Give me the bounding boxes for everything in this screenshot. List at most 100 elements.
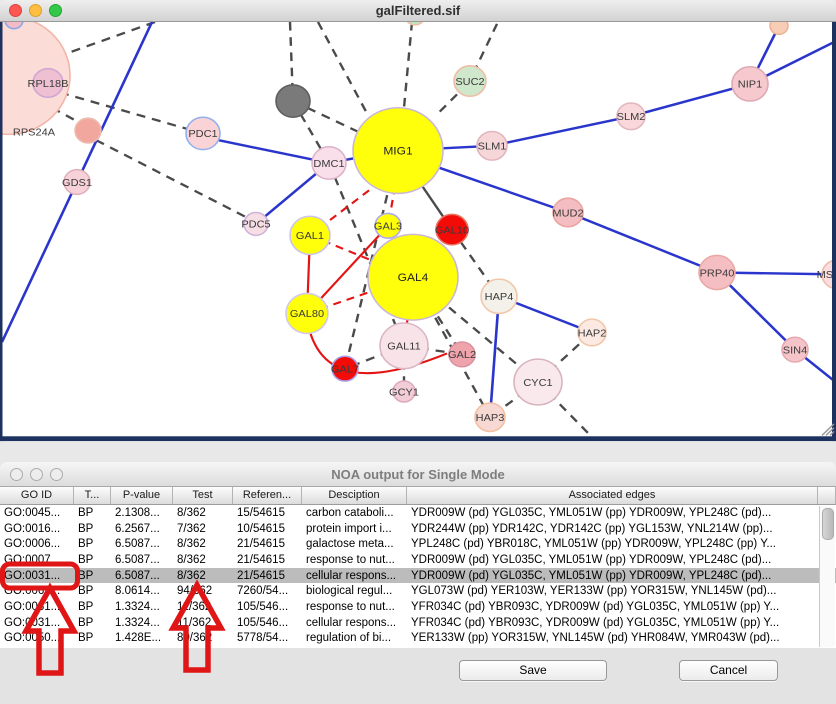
table-row[interactable]: GO:0031...BP6.5087...8/36221/54615cellul…: [0, 568, 836, 584]
table-cell: BP: [74, 538, 111, 550]
table-row[interactable]: GO:0016...BP6.2567...7/36210/54615protei…: [0, 521, 836, 537]
table-cell: 6.5087...: [111, 554, 173, 566]
column-header[interactable]: Associated edges: [407, 487, 818, 504]
table-row[interactable]: GO:0065...BP8.0614...94/3627260/54...bio…: [0, 583, 836, 599]
cancel-button[interactable]: Cancel: [679, 660, 778, 681]
table-cell: GO:0031...: [0, 601, 74, 613]
table-cell: 1.428E...: [111, 632, 173, 644]
column-header[interactable]: Test: [173, 487, 233, 504]
table-cell: BP: [74, 554, 111, 566]
table-cell: cellular respons...: [302, 617, 407, 629]
node-label: GAL1: [296, 230, 324, 242]
column-header[interactable]: GO ID: [0, 487, 74, 504]
node-label: PRP40: [700, 268, 735, 280]
results-table: GO:0045...BP2.1308...8/36215/54615carbon…: [0, 505, 836, 648]
table-cell: GO:0050...: [0, 632, 74, 644]
table-row[interactable]: GO:0007...BP6.5087...8/36221/54615respon…: [0, 552, 836, 568]
node-label: GAL2: [448, 349, 476, 361]
table-cell: YFR034C (pd) YBR093C, YDR009W (pd) YGL03…: [407, 617, 818, 629]
column-header[interactable]: [818, 487, 836, 504]
node-label: GCY1: [389, 387, 419, 399]
table-cell: 94/362: [173, 585, 233, 597]
table-cell: YDR244W (pp) YDR142C, YDR142C (pp) YGL15…: [407, 523, 818, 535]
table-cell: 21/54615: [233, 570, 302, 582]
table-cell: protein import i...: [302, 523, 407, 535]
table-cell: YPL248C (pd) YBR018C, YML051W (pp) YDR00…: [407, 538, 818, 550]
column-header[interactable]: T...: [74, 487, 111, 504]
table-cell: 21/54615: [233, 554, 302, 566]
scrollbar-thumb[interactable]: [822, 508, 834, 540]
table-cell: 7/362: [173, 523, 233, 535]
node-unnamed-peach[interactable]: [770, 22, 788, 34]
table-cell: BP: [74, 585, 111, 597]
node-label: HAP3: [476, 412, 505, 424]
table-row[interactable]: GO:0050...BP1.428E...80/3625778/54...reg…: [0, 631, 836, 647]
table-cell: 7260/54...: [233, 585, 302, 597]
noa-titlebar[interactable]: NOA output for Single Mode: [0, 462, 836, 487]
node-RPS24A[interactable]: [75, 118, 101, 143]
node-label: GAL11: [387, 341, 420, 353]
table-cell: regulation of bi...: [302, 632, 407, 644]
table-cell: YFR034C (pd) YBR093C, YDR009W (pd) YGL03…: [407, 601, 818, 613]
node-label: DMC1: [313, 158, 344, 170]
table-cell: YDR009W (pd) YGL035C, YML051W (pp) YDR00…: [407, 570, 818, 582]
node-label: RPS24A: [13, 127, 56, 139]
table-row[interactable]: GO:0045...BP2.1308...8/36215/54615carbon…: [0, 505, 836, 521]
node-label: NIP1: [738, 79, 762, 91]
table-cell: response to nut...: [302, 601, 407, 613]
table-row[interactable]: GO:0031...BP1.3324...11/362105/546...cel…: [0, 615, 836, 631]
table-cell: 6.5087...: [111, 538, 173, 550]
table-cell: BP: [74, 632, 111, 644]
table-cell: 11/362: [173, 601, 233, 613]
table-header: GO IDT...P-valueTestReferen...Desciption…: [0, 487, 836, 505]
node-label: PDC5: [241, 219, 270, 231]
table-cell: YGL073W (pd) YER103W, YER133W (pp) YOR31…: [407, 585, 818, 597]
table-cell: GO:0016...: [0, 523, 74, 535]
node-unnamed-gray[interactable]: [276, 85, 310, 117]
node-label: HAP2: [578, 328, 607, 340]
table-cell: GO:0045...: [0, 507, 74, 519]
noa-window: NOA output for Single Mode GO IDT...P-va…: [0, 462, 836, 704]
node-label: GAL3: [374, 221, 402, 233]
table-cell: 11/362: [173, 617, 233, 629]
table-cell: 5778/54...: [233, 632, 302, 644]
node-label: HAP4: [485, 291, 514, 303]
column-header[interactable]: Desciption: [302, 487, 407, 504]
table-cell: carbon cataboli...: [302, 507, 407, 519]
table-cell: BP: [74, 507, 111, 519]
node-label: CYC1: [523, 377, 552, 389]
node-label: MIG1: [383, 145, 412, 158]
table-cell: GO:0065...: [0, 585, 74, 597]
column-header[interactable]: Referen...: [233, 487, 302, 504]
table-cell: 15/54615: [233, 507, 302, 519]
network-canvas[interactable]: RPL18B RPS24A GDS1 PDC1 DMC1 MIG1 SUC2 S…: [0, 22, 836, 462]
table-cell: galactose meta...: [302, 538, 407, 550]
table-cell: BP: [74, 617, 111, 629]
table-cell: GO:0007...: [0, 554, 74, 566]
table-cell: 1.3324...: [111, 601, 173, 613]
table-cell: 1.3324...: [111, 617, 173, 629]
noa-window-title: NOA output for Single Mode: [0, 467, 836, 482]
network-titlebar[interactable]: galFiltered.sif: [0, 0, 836, 22]
table-cell: GO:0031...: [0, 617, 74, 629]
table-cell: 6.2567...: [111, 523, 173, 535]
table-cell: 8/362: [173, 554, 233, 566]
table-cell: BP: [74, 601, 111, 613]
node-label: SLM2: [617, 111, 646, 123]
save-button[interactable]: Save: [459, 660, 607, 681]
table-row[interactable]: GO:0031...BP1.3324...11/362105/546...res…: [0, 599, 836, 615]
column-header[interactable]: P-value: [111, 487, 173, 504]
table-cell: YER133W (pp) YOR315W, YNL145W (pd) YHR08…: [407, 632, 818, 644]
node-label: GDS1: [62, 177, 92, 189]
vertical-scrollbar[interactable]: [819, 506, 835, 647]
node-label: GAL80: [290, 308, 324, 320]
table-cell: GO:0031...: [0, 570, 74, 582]
node-label: PDC1: [188, 128, 217, 140]
table-cell: GO:0006...: [0, 538, 74, 550]
node-label: GAL4: [398, 271, 429, 284]
table-row[interactable]: GO:0006...BP6.5087...8/36221/54615galact…: [0, 536, 836, 552]
table-cell: 8/362: [173, 507, 233, 519]
table-cell: 105/546...: [233, 617, 302, 629]
table-cell: 8.0614...: [111, 585, 173, 597]
node-label: GAL10: [435, 225, 469, 237]
